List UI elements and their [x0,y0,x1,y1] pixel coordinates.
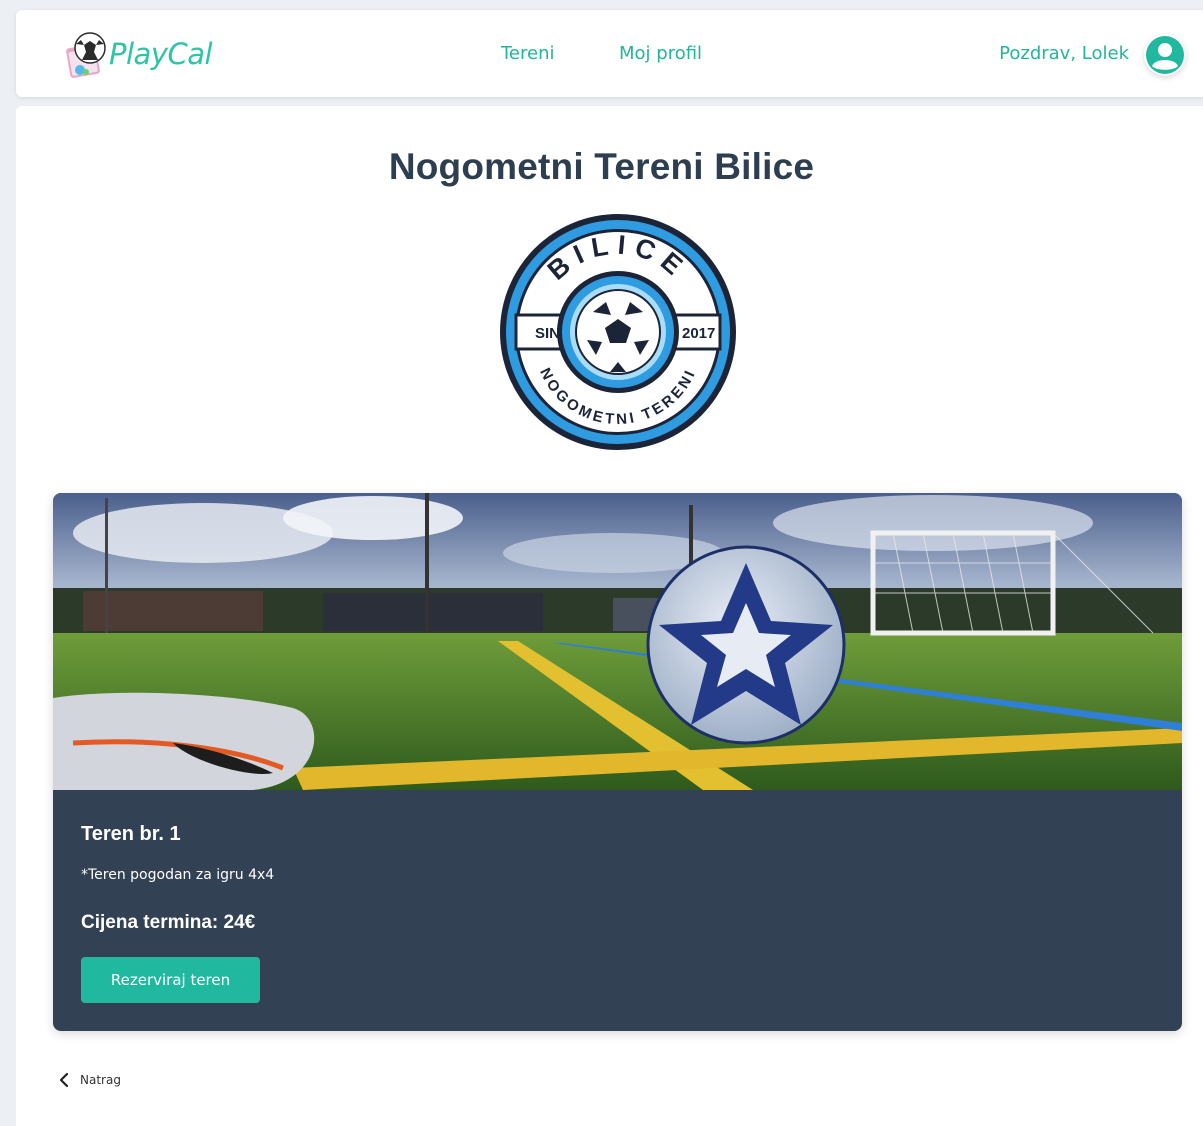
user-avatar-icon [1146,36,1184,74]
chevron-left-icon [59,1072,69,1088]
club-badge: SINCE 2017 BILICE NOGOMETNI TERENI [498,212,738,452]
back-link[interactable]: Natrag [58,1072,121,1088]
app-name: PlayCal [109,37,213,71]
court-price: Cijena termina: 24€ [81,912,256,933]
main-panel: Nogometni Tereni Bilice SINCE 2017 [16,106,1203,1126]
back-label: Natrag [80,1073,121,1087]
court-note: *Teren pogodan za igru 4x4 [81,867,275,883]
court-name: Teren br. 1 [81,823,181,845]
navbar: PlayCal Tereni Moj profil Pozdrav, Lolek [16,10,1203,97]
court-card: Teren br. 1 *Teren pogodan za igru 4x4 C… [53,493,1182,1031]
badge-year-text: 2017 [682,325,715,342]
page-title: Nogometni Tereni Bilice [388,146,815,187]
nav-link-tereni[interactable]: Tereni [501,43,555,64]
court-photo [53,493,1182,790]
user-greeting: Pozdrav, Lolek [999,43,1129,64]
app-logo[interactable]: PlayCal [64,28,213,80]
user-avatar[interactable] [1144,34,1186,76]
reserve-court-button[interactable]: Rezerviraj teren [81,957,260,1003]
soccer-ball-logo-icon [64,28,112,80]
nav-link-moj-profil[interactable]: Moj profil [619,43,702,64]
